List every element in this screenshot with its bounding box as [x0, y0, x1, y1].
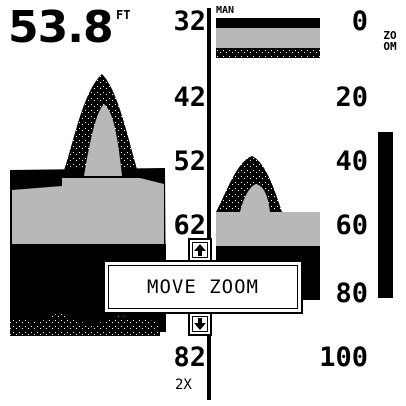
zoom-scale-title: ZOOM: [383, 29, 397, 53]
arrow-up-icon: [194, 244, 206, 256]
zoom-scale-label: 100: [319, 342, 368, 373]
zoom-scale-label: 60: [335, 210, 368, 241]
zoom-range-bar[interactable]: [378, 132, 393, 298]
zoom-sonar-panel: [216, 18, 320, 300]
zoom-scale-label: 40: [335, 146, 368, 177]
zoom-scale-label: 0: [351, 6, 368, 37]
surface-clutter-bottom: [216, 48, 320, 58]
left-scale-label: 42: [173, 82, 206, 113]
left-scale-divider: [207, 8, 211, 400]
left-scale-label: 52: [173, 146, 206, 177]
range-mode-label: MAN: [216, 5, 235, 16]
left-scale-label: 62: [173, 210, 206, 241]
surface-clutter-grey: [216, 28, 320, 48]
arrow-down-icon: [194, 318, 206, 330]
left-scale-label: 82: [173, 342, 206, 373]
move-zoom-down-button[interactable]: [188, 312, 212, 336]
depth-readout: 53.8: [8, 2, 114, 53]
surface-clutter-top: [216, 18, 320, 28]
bottom-return-grey: [12, 178, 164, 246]
move-zoom-dialog: MOVE ZOOM: [103, 260, 303, 314]
zoom-scale-label: 20: [335, 82, 368, 113]
dialog-text: MOVE ZOOM: [147, 276, 259, 298]
zoom-bottom-grey: [216, 212, 320, 248]
move-zoom-up-button[interactable]: [188, 238, 212, 262]
sonar-screen: 53.8 FT 32 42 52 62 82 2X MAN 0 20 40 60…: [0, 0, 406, 406]
depth-unit: FT: [116, 8, 131, 22]
zoom-scale-label: 80: [335, 278, 368, 309]
zoom-factor: 2X: [175, 377, 192, 393]
left-scale-label: 32: [173, 6, 206, 37]
